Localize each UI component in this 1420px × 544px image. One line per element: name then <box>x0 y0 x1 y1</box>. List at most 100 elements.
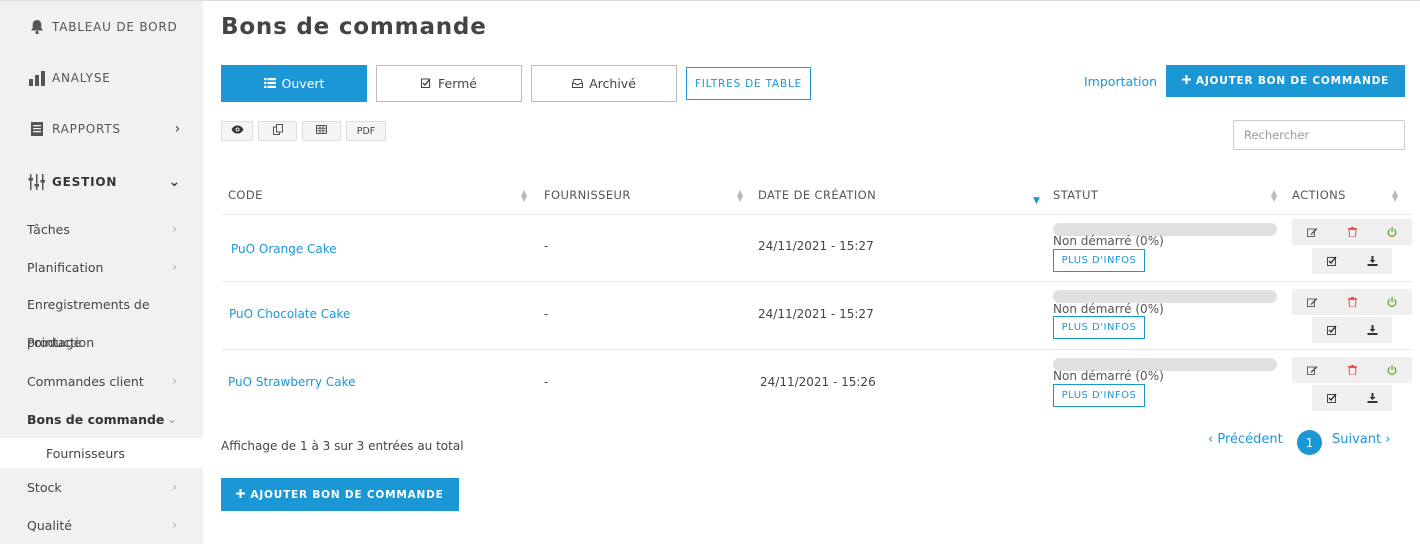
inbox-icon <box>572 76 584 91</box>
chevron-right-icon: › <box>174 120 181 137</box>
list-icon <box>263 76 276 91</box>
po-code-link[interactable]: PuO Strawberry Cake <box>228 375 356 389</box>
chevron-down-icon: ⌄ <box>168 174 181 190</box>
po-code-link[interactable]: PuO Orange Cake <box>231 242 337 256</box>
button-label: AJOUTER BON DE COMMANDE <box>1195 75 1390 87</box>
sliders-icon <box>28 173 46 191</box>
nav-label: RAPPORTS <box>52 121 121 136</box>
status-text: Non démarré (0%) <box>1053 302 1164 316</box>
sidebar-item-planification[interactable]: Planification › <box>0 248 203 286</box>
row-actions <box>1312 317 1392 343</box>
sidebar-item-fournisseurs[interactable]: Fournisseurs <box>0 438 203 468</box>
column-header-created[interactable]: DATE DE CRÉATION <box>758 188 876 202</box>
power-icon[interactable] <box>1372 365 1412 375</box>
nav-gestion[interactable]: GESTION ⌄ <box>0 154 203 210</box>
table-filters-button[interactable]: FILTRES DE TABLE <box>686 67 811 100</box>
chevron-right-icon: › <box>172 260 177 274</box>
power-icon[interactable] <box>1372 297 1412 307</box>
row-actions <box>1292 357 1412 383</box>
tab-label: Archivé <box>589 76 636 91</box>
sort-desc-icon[interactable]: ▼ <box>1033 196 1040 206</box>
column-header-status[interactable]: STATUT <box>1053 188 1098 202</box>
sidebar-item-label: Bons de commande <box>27 411 165 427</box>
pdf-export-button[interactable]: PDF <box>346 121 386 141</box>
sidebar-item-label: Tâches <box>27 221 70 237</box>
edit-icon[interactable] <box>1292 227 1332 237</box>
nav-analyse[interactable]: ANALYSE <box>0 52 203 103</box>
add-purchase-order-bottom-button[interactable]: AJOUTER BON DE COMMANDE <box>221 478 459 511</box>
edit-icon[interactable] <box>1292 297 1332 307</box>
status-text: Non démarré (0%) <box>1053 369 1164 383</box>
delete-icon[interactable] <box>1332 365 1372 375</box>
nav-label: GESTION <box>52 175 118 189</box>
checked-square-icon[interactable] <box>1312 393 1352 403</box>
column-header-actions: ACTIONS <box>1292 188 1346 202</box>
sidebar-item-qualite[interactable]: Qualité › <box>0 506 203 544</box>
document-icon <box>28 120 46 138</box>
pagination-page[interactable]: 1 <box>1297 430 1322 455</box>
row-actions <box>1292 219 1412 245</box>
sort-icon[interactable]: ▲ ▼ <box>1392 189 1398 203</box>
sort-icon[interactable]: ▲ ▼ <box>1271 189 1277 203</box>
row-actions <box>1292 289 1412 315</box>
download-icon[interactable] <box>1352 325 1392 335</box>
sidebar-item-label: Planification <box>27 259 104 275</box>
sort-icon[interactable]: ▲ ▼ <box>737 189 743 203</box>
sort-icon[interactable]: ▲ ▼ <box>521 189 527 203</box>
sidebar-item-label: Stock <box>27 479 62 495</box>
add-purchase-order-button[interactable]: AJOUTER BON DE COMMANDE <box>1166 65 1405 97</box>
row-actions <box>1312 248 1392 274</box>
nav-label: ANALYSE <box>52 70 111 85</box>
created-date-cell: 24/11/2021 - 15:27 <box>758 239 874 253</box>
delete-icon[interactable] <box>1332 227 1372 237</box>
more-info-button[interactable]: PLUS D'INFOS <box>1053 249 1145 272</box>
sidebar-item-label: Qualité <box>27 517 72 533</box>
sidebar-item-label: Enregistrements de <box>27 297 150 312</box>
chevron-right-icon: › <box>172 518 177 532</box>
row-actions <box>1312 385 1392 411</box>
divider <box>222 281 1412 282</box>
pagination-previous[interactable]: ‹ Précédent <box>1208 432 1283 447</box>
search-input[interactable] <box>1233 120 1405 150</box>
edit-icon[interactable] <box>1292 365 1332 375</box>
import-link[interactable]: Importation <box>1084 74 1157 89</box>
bell-icon <box>28 18 46 36</box>
table-icon <box>316 125 327 137</box>
column-visibility-button[interactable] <box>221 121 253 141</box>
nav-rapports[interactable]: RAPPORTS › <box>0 103 203 154</box>
delete-icon[interactable] <box>1332 297 1372 307</box>
chevron-right-icon: › <box>172 374 177 388</box>
csv-export-button[interactable] <box>302 121 341 141</box>
chevron-right-icon: › <box>172 222 177 236</box>
download-icon[interactable] <box>1352 393 1392 403</box>
tab-label: Fermé <box>438 76 477 91</box>
po-code-link[interactable]: PuO Chocolate Cake <box>229 307 350 321</box>
tab-label: Ouvert <box>281 76 325 91</box>
sidebar-item-commandes-client[interactable]: Commandes client › <box>0 362 203 400</box>
sidebar-item-taches[interactable]: Tâches › <box>0 210 203 248</box>
tab-archive[interactable]: Archivé <box>531 65 677 102</box>
divider <box>222 349 1412 350</box>
column-header-code[interactable]: CODE <box>228 188 263 202</box>
pagination-next[interactable]: Suivant › <box>1332 432 1390 447</box>
copy-button[interactable] <box>258 121 297 141</box>
more-info-button[interactable]: PLUS D'INFOS <box>1053 384 1145 407</box>
checked-square-icon[interactable] <box>1312 256 1352 266</box>
column-header-supplier[interactable]: FOURNISSEUR <box>544 188 631 202</box>
plus-icon <box>1181 75 1191 87</box>
created-date-cell: 24/11/2021 - 15:27 <box>758 307 874 321</box>
copy-icon <box>272 124 283 138</box>
tab-ouvert[interactable]: Ouvert <box>221 65 367 102</box>
download-icon[interactable] <box>1352 256 1392 266</box>
sidebar-item-bons-de-commande[interactable]: Bons de commande ⌄ <box>0 400 203 438</box>
tab-ferme[interactable]: Fermé <box>376 65 522 102</box>
bar-chart-icon <box>28 69 46 87</box>
checked-square-icon[interactable] <box>1312 325 1352 335</box>
more-info-button[interactable]: PLUS D'INFOS <box>1053 316 1145 339</box>
sidebar-item-enregistrements[interactable]: Enregistrements de production Pointage <box>0 286 203 362</box>
nav-tableau-de-bord[interactable]: TABLEAU DE BORD <box>0 1 203 52</box>
power-icon[interactable] <box>1372 227 1412 237</box>
button-label: AJOUTER BON DE COMMANDE <box>250 488 444 501</box>
sidebar-item-stock[interactable]: Stock › <box>0 468 203 506</box>
page-title: Bons de commande <box>221 14 487 40</box>
